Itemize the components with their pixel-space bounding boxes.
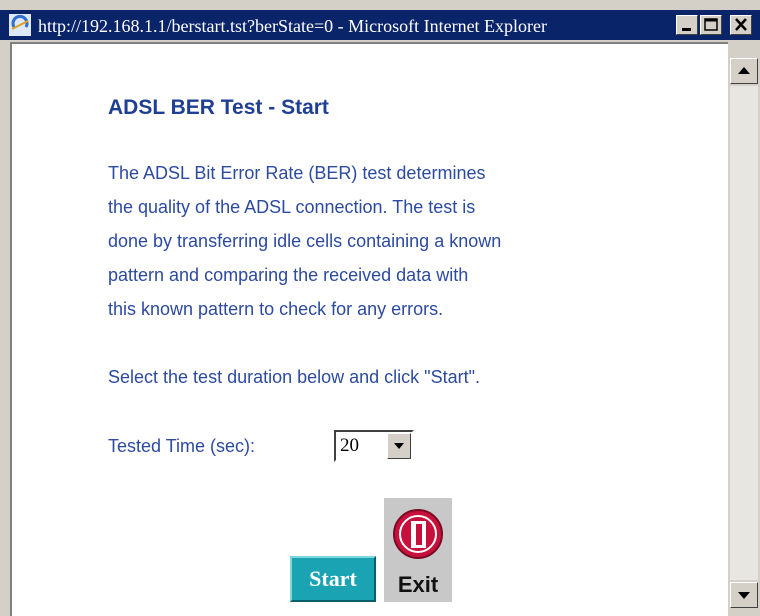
vertical-scrollbar[interactable] [728, 42, 760, 616]
chevron-down-icon [394, 443, 404, 449]
instruction-text: Select the test duration below and click… [108, 367, 480, 387]
exit-button-label: Exit [397, 572, 439, 597]
start-button[interactable]: Start [290, 556, 376, 602]
title-bar[interactable]: http://192.168.1.1/berstart.tst?berState… [0, 10, 760, 40]
page-heading: ADSL BER Test - Start [108, 96, 329, 119]
scroll-up-button[interactable] [730, 58, 758, 84]
minimize-icon [682, 28, 691, 31]
scroll-down-button[interactable] [730, 582, 758, 608]
exit-button[interactable]: Exit [384, 498, 452, 602]
description-line: the quality of the ADSL connection. The … [108, 197, 476, 217]
tested-time-value: 20 [340, 435, 359, 456]
description-line: done by transferring idle cells containi… [108, 231, 502, 251]
arrow-down-icon [738, 592, 750, 599]
description-line: this known pattern to check for any erro… [108, 299, 444, 319]
description-line: The ADSL Bit Error Rate (BER) test deter… [108, 163, 486, 183]
dropdown-button[interactable] [387, 433, 411, 459]
window-title: http://192.168.1.1/berstart.tst?berState… [38, 16, 548, 36]
arrow-up-icon [738, 67, 750, 74]
exit-icon [393, 509, 443, 559]
tested-time-select[interactable]: 20 [334, 430, 414, 462]
maximize-icon [704, 18, 718, 31]
ie-icon [9, 14, 31, 36]
description-line: pattern and comparing the received data … [108, 265, 469, 285]
browser-window: http://192.168.1.1/berstart.tst?berState… [0, 0, 760, 616]
start-button-label: Start [309, 566, 357, 591]
tested-time-label: Tested Time (sec): [108, 436, 256, 456]
minimize-button[interactable] [676, 15, 698, 35]
page-content [10, 42, 728, 616]
close-button[interactable] [730, 15, 752, 35]
scroll-track[interactable] [730, 86, 758, 580]
close-icon [735, 18, 747, 31]
maximize-button[interactable] [700, 15, 722, 35]
